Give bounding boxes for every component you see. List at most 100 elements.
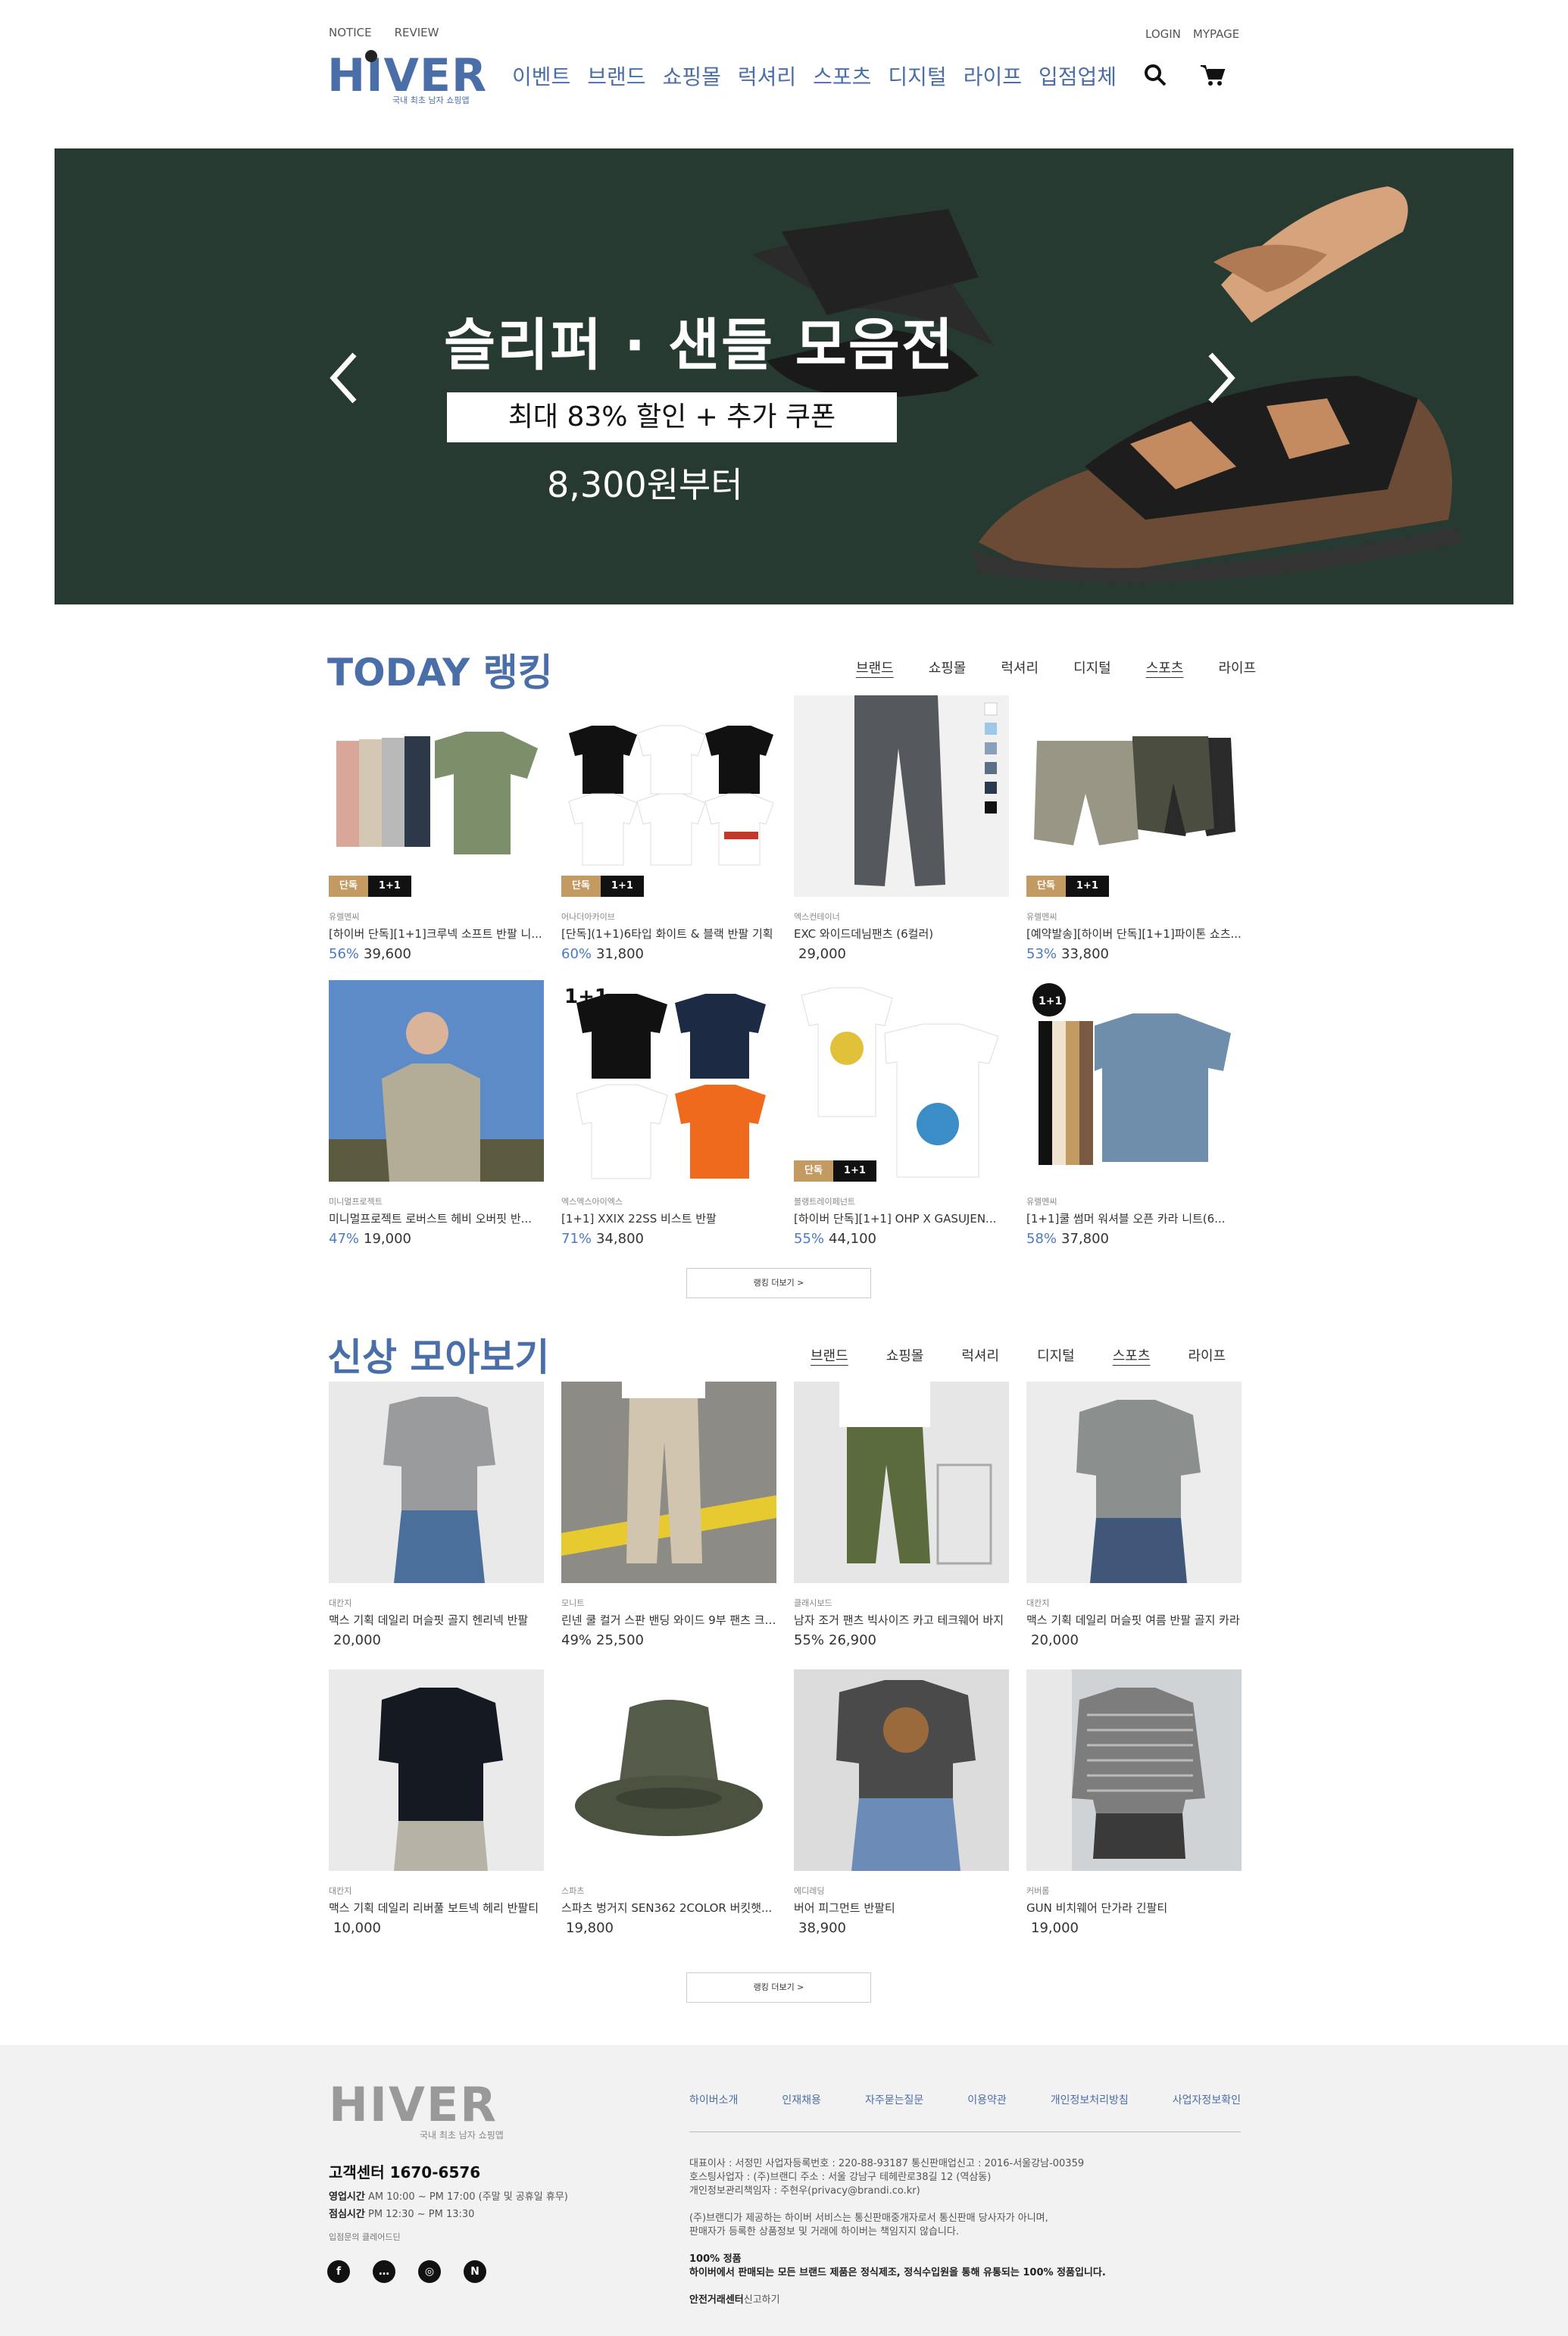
product-card[interactable]: 대칸지 맥스 기획 데일리 머슬핏 여름 반팔 골지 카라 20,000	[1026, 1382, 1242, 1648]
product-image[interactable]	[794, 1669, 1009, 1871]
footer-link-privacy[interactable]: 개인정보처리방침	[1051, 2092, 1129, 2107]
product-name[interactable]: [1+1] XXIX 22SS 비스트 반팔	[561, 1210, 776, 1226]
tab-luxury[interactable]: 럭셔리	[961, 1345, 999, 1365]
ranking-more-button[interactable]: 랭킹 더보기 >	[686, 1268, 871, 1298]
tab-mall[interactable]: 쇼핑몰	[929, 657, 967, 677]
tab-brand[interactable]: 브랜드	[811, 1345, 848, 1365]
product-name[interactable]: 린넨 쿨 컬거 스판 밴딩 와이드 9부 팬츠 크롭...	[561, 1612, 776, 1628]
tab-mall[interactable]: 쇼핑몰	[886, 1345, 924, 1365]
product-card[interactable]: 단독 1+1 어나더아카이브 [단독](1+1)6타입 화이트 & 블랙 반팔 기…	[561, 695, 776, 962]
product-card[interactable]: 대칸지 맥스 기획 데일리 리버풀 보트넥 헤리 반팔티 10,000	[329, 1669, 544, 1936]
prev-arrow-icon[interactable]	[329, 351, 359, 404]
product-card[interactable]: 1+1 유렐멘씨 [1+1]쿨 썸머 워셔블 오픈 카라 니트(6... 58%…	[1026, 980, 1242, 1247]
product-image[interactable]	[329, 980, 544, 1182]
footer-link-faq[interactable]: 자주묻는질문	[865, 2092, 923, 2107]
product-brand: 엑스컨테이너	[794, 912, 840, 922]
login-link[interactable]: LOGIN	[1145, 27, 1181, 41]
instagram-icon[interactable]: ◎	[418, 2260, 441, 2283]
nav-life[interactable]: 라이프	[964, 61, 1022, 91]
product-card[interactable]: 모니트 린넨 쿨 컬거 스판 밴딩 와이드 9부 팬츠 크롭... 49% 25,…	[561, 1382, 776, 1648]
nav-event[interactable]: 이벤트	[512, 61, 570, 91]
tab-life[interactable]: 라이프	[1218, 657, 1256, 677]
footer-link-about[interactable]: 하이버소개	[689, 2092, 738, 2107]
search-icon[interactable]	[1144, 64, 1167, 86]
product-image[interactable]: 1+1	[1026, 980, 1242, 1182]
product-brand: 블랭트레이페넌트	[794, 1197, 855, 1207]
product-image[interactable]: 1+1	[561, 980, 776, 1182]
naver-icon[interactable]: N	[464, 2260, 486, 2283]
product-name[interactable]: 미니멀프로젝트 로버스트 헤비 오버핏 반...	[329, 1210, 544, 1226]
product-card[interactable]: 단독 1+1 블랭트레이페넌트 [하이버 단독][1+1] OHP X GASUJ…	[794, 980, 1009, 1247]
next-arrow-icon[interactable]	[1206, 351, 1236, 404]
mypage-link[interactable]: MYPAGE	[1193, 27, 1239, 41]
product-name[interactable]: [1+1]쿨 썸머 워셔블 오픈 카라 니트(6...	[1026, 1210, 1242, 1226]
product-image[interactable]	[794, 695, 1009, 897]
tab-luxury[interactable]: 럭셔리	[1001, 657, 1039, 677]
product-image[interactable]: 단독 1+1	[329, 695, 544, 897]
product-name[interactable]: 남자 조거 팬츠 빅사이즈 카고 테크웨어 바지	[794, 1612, 1009, 1628]
product-card[interactable]: 에디레딩 버어 피그먼트 반팔티 38,900	[794, 1669, 1009, 1936]
report-link[interactable]: 신고하기	[744, 2294, 780, 2306]
product-name[interactable]: 맥스 기획 데일리 리버풀 보트넥 헤리 반팔티	[329, 1900, 544, 1916]
new-items-more-button[interactable]: 랭킹 더보기 >	[686, 1972, 871, 2003]
hero-banner[interactable]: 슬리퍼 · 샌들 모음전 최대 83% 할인 + 추가 쿠폰 8,300원부터	[55, 148, 1513, 604]
product-name[interactable]: EXC 와이드데님팬츠 (6컬러)	[794, 926, 1009, 942]
product-card[interactable]: 대칸지 맥스 기획 데일리 머슬핏 골지 헨리넥 반팔 20,000	[329, 1382, 544, 1648]
tab-sports[interactable]: 스포츠	[1113, 1345, 1151, 1365]
product-image[interactable]	[1026, 1669, 1242, 1871]
product-price: 34,800	[596, 1231, 644, 1247]
product-card[interactable]: 미니멀프로젝트 미니멀프로젝트 로버스트 헤비 오버핏 반... 47% 19,0…	[329, 980, 544, 1247]
product-name[interactable]: [예약발송][하이버 단독][1+1]파이톤 쇼츠...	[1026, 926, 1242, 942]
product-card[interactable]: 1+1 엑스엑스아이엑스 [1+1] XXIX 22SS 비스트 반팔 71% 3…	[561, 980, 776, 1247]
footer-logo[interactable]: HIVER 국내 최초 남자 쇼핑앱	[329, 2081, 504, 2141]
product-card[interactable]: 단독 1+1 유렐멘씨 [하이버 단독][1+1]크루넥 소프트 반팔 니... …	[329, 695, 544, 962]
product-name[interactable]: 스파츠 벙거지 SEN362 2COLOR 버킷햇...	[561, 1900, 776, 1916]
product-image[interactable]: 단독 1+1	[1026, 695, 1242, 897]
product-name[interactable]: 맥스 기획 데일리 머슬핏 골지 헨리넥 반팔	[329, 1612, 544, 1628]
product-price-row: 19,000	[1026, 1920, 1242, 1936]
tab-digital[interactable]: 디지털	[1073, 657, 1111, 677]
kakao-icon[interactable]: …	[373, 2260, 395, 2283]
product-image[interactable]: 단독 1+1	[794, 980, 1009, 1182]
main-nav: 이벤트 브랜드 쇼핑몰 럭셔리 스포츠 디지털 라이프 입점업체	[512, 61, 1117, 91]
tab-brand[interactable]: 브랜드	[856, 657, 894, 677]
footer-link-business-info[interactable]: 사업자정보확인	[1173, 2092, 1241, 2107]
product-name[interactable]: 버어 피그먼트 반팔티	[794, 1900, 1009, 1916]
product-card[interactable]: 스파츠 스파츠 벙거지 SEN362 2COLOR 버킷햇... 19,800	[561, 1669, 776, 1936]
footer-link-careers[interactable]: 인재채용	[782, 2092, 821, 2107]
cart-icon[interactable]	[1200, 64, 1226, 86]
product-card[interactable]: 클래시보드 남자 조거 팬츠 빅사이즈 카고 테크웨어 바지 55% 26,900	[794, 1382, 1009, 1648]
product-name[interactable]: [하이버 단독][1+1]크루넥 소프트 반팔 니...	[329, 926, 544, 942]
product-card[interactable]: 단독 1+1 유렐멘씨 [예약발송][하이버 단독][1+1]파이톤 쇼츠... …	[1026, 695, 1242, 962]
product-image[interactable]	[561, 1382, 776, 1583]
nav-digital[interactable]: 디지털	[888, 61, 946, 91]
product-card[interactable]: 엑스컨테이너 EXC 와이드데님팬츠 (6컬러) 29,000	[794, 695, 1009, 962]
nav-luxury[interactable]: 럭셔리	[738, 61, 796, 91]
review-link[interactable]: REVIEW	[395, 26, 439, 39]
product-name[interactable]: 맥스 기획 데일리 머슬핏 여름 반팔 골지 카라	[1026, 1612, 1242, 1628]
footer-link-terms[interactable]: 이용약관	[967, 2092, 1007, 2107]
nav-mall[interactable]: 쇼핑몰	[663, 61, 721, 91]
tab-digital[interactable]: 디지털	[1037, 1345, 1075, 1365]
tab-life[interactable]: 라이프	[1188, 1345, 1226, 1365]
product-name[interactable]: [하이버 단독][1+1] OHP X GASUJEN...	[794, 1210, 1009, 1226]
product-image[interactable]: 단독 1+1	[561, 695, 776, 897]
product-image[interactable]	[1026, 1382, 1242, 1583]
product-name[interactable]: [단독](1+1)6타입 화이트 & 블랙 반팔 기획	[561, 926, 776, 942]
logo[interactable]: HIVER 국내 최초 남자 쇼핑앱	[327, 50, 486, 111]
tab-sports[interactable]: 스포츠	[1146, 657, 1184, 677]
business-hours: AM 10:00 ~ PM 17:00 (주말 및 공휴일 휴무)	[367, 2191, 568, 2203]
nav-brand[interactable]: 브랜드	[587, 61, 645, 91]
product-image[interactable]	[329, 1382, 544, 1583]
product-name[interactable]: GUN 비치웨어 단가라 긴팔티	[1026, 1900, 1242, 1916]
notice-link[interactable]: NOTICE	[329, 26, 372, 39]
facebook-icon[interactable]: f	[327, 2260, 350, 2283]
product-image[interactable]	[561, 1669, 776, 1871]
product-image[interactable]	[329, 1669, 544, 1871]
nav-vendors[interactable]: 입점업체	[1039, 61, 1117, 91]
nav-sports[interactable]: 스포츠	[813, 61, 871, 91]
product-image[interactable]	[794, 1382, 1009, 1583]
partner-inquiry[interactable]: 입점문의 클레어드딘	[329, 2231, 568, 2243]
product-card[interactable]: 커버롬 GUN 비치웨어 단가라 긴팔티 19,000	[1026, 1669, 1242, 1936]
product-brand: 유렐멘씨	[1026, 1197, 1057, 1207]
